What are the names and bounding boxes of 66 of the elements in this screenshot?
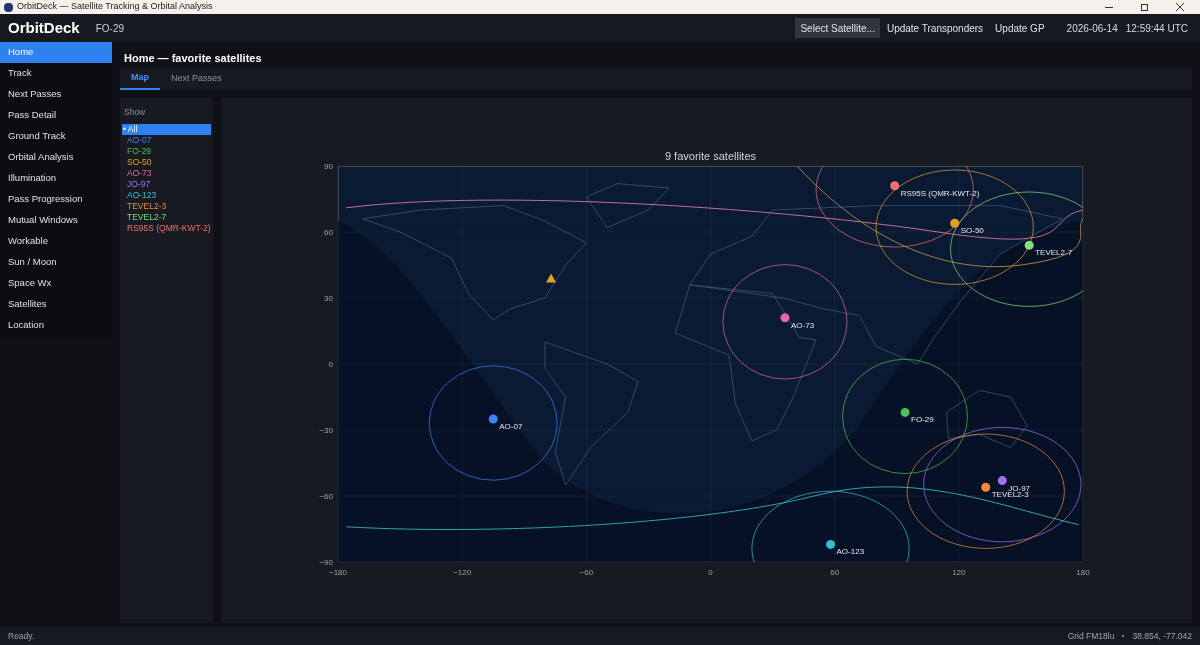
y-tick-label: 90 (323, 161, 333, 171)
show-list-item[interactable]: JO-97 (122, 178, 211, 190)
sidebar-item[interactable]: Location (0, 315, 112, 336)
sidebar-item[interactable]: Workable (0, 231, 112, 252)
sidebar-item[interactable]: Pass Detail (0, 105, 112, 126)
satellite-label: AO-07 (498, 421, 522, 431)
date-label: 2026-06-14 (1066, 21, 1118, 36)
close-icon[interactable] (1176, 3, 1184, 11)
y-tick-label: 30 (323, 293, 333, 303)
satellite-label: RS95S (QMR-KWT-2) (900, 188, 979, 198)
x-tick-label: 120 (951, 567, 965, 577)
show-list-item[interactable]: • All (122, 123, 211, 135)
show-list-item[interactable]: TEVEL2-7 (122, 211, 211, 223)
x-tick-label: −60 (579, 567, 593, 577)
y-tick-label: −60 (318, 491, 333, 501)
satellite-label: AO-123 (836, 546, 864, 556)
sidebar-item[interactable]: Space Wx (0, 273, 112, 294)
show-list-item[interactable]: AO-123 (122, 189, 211, 201)
toolbar-button[interactable]: Update Transponders (881, 18, 989, 38)
show-list-item[interactable]: RS95S (QMR-KWT-2) (122, 222, 211, 234)
satellite-label: AO-73 (790, 320, 814, 330)
chart-title: 9 favorite satellites (664, 149, 756, 162)
y-tick-label: −30 (318, 425, 333, 435)
status-message: Ready. (8, 629, 35, 643)
sidebar-item[interactable]: Track (0, 63, 112, 84)
show-list-item[interactable]: FO-29 (122, 145, 211, 157)
sidebar-item[interactable]: Orbital Analysis (0, 147, 112, 168)
sidebar-item[interactable]: Illumination (0, 168, 112, 189)
restore-icon[interactable] (1141, 3, 1148, 11)
sidebar-item[interactable]: Mutual Windows (0, 210, 112, 231)
x-tick-label: 180 (1075, 567, 1090, 577)
show-list-item[interactable]: AO-73 (122, 167, 211, 179)
y-tick-label: 60 (323, 227, 333, 237)
sidebar-item[interactable]: Pass Progression (0, 189, 112, 210)
toolbar-button[interactable]: Select Satellite... (795, 18, 880, 38)
satellite-label: TEVEL2-7 (1034, 247, 1072, 257)
minimize-icon[interactable] (1105, 6, 1113, 8)
x-tick-label: 0 (707, 567, 713, 577)
x-tick-label: −120 (452, 567, 471, 577)
grid-locator: Grid FM18lu (1067, 629, 1115, 643)
satellite-label: SO-50 (960, 225, 984, 235)
app-name: OrbitDeck (8, 17, 80, 38)
satellite-label: FO-29 (910, 414, 934, 424)
app-icon (4, 2, 13, 12)
toolbar-button[interactable]: Update GP (990, 18, 1050, 38)
y-tick-label: 0 (328, 359, 333, 369)
x-tick-label: −180 (328, 567, 347, 577)
x-tick-label: 60 (829, 567, 839, 577)
show-list-item[interactable]: SO-50 (122, 156, 211, 168)
sidebar-item[interactable]: Sun / Moon (0, 252, 112, 273)
time-label: 12:59:44 UTC (1125, 21, 1188, 36)
sidebar-item[interactable]: Satellites (0, 294, 112, 315)
tab[interactable]: Next Passes (160, 68, 233, 90)
y-tick-label: −90 (318, 557, 333, 567)
sidebar-item[interactable]: Ground Track (0, 126, 112, 147)
tab[interactable]: Map (120, 68, 160, 90)
page-title: Home — favorite satellites (123, 51, 263, 66)
sidebar-item[interactable]: Next Passes (0, 84, 112, 105)
window-title: OrbitDeck — Satellite Tracking & Orbital Analysis (17, 0, 213, 14)
show-list-item[interactable]: TEVEL2-3 (122, 200, 211, 212)
coordinates-label: 38.854, -77.042 (1132, 629, 1192, 643)
satellite-label: TEVEL2-3 (991, 489, 1029, 499)
current-satellite: FO-29 (95, 21, 125, 36)
sidebar-item[interactable]: Home (0, 42, 112, 63)
show-heading: Show (123, 106, 147, 119)
show-list-item[interactable]: AO-07 (122, 134, 211, 146)
